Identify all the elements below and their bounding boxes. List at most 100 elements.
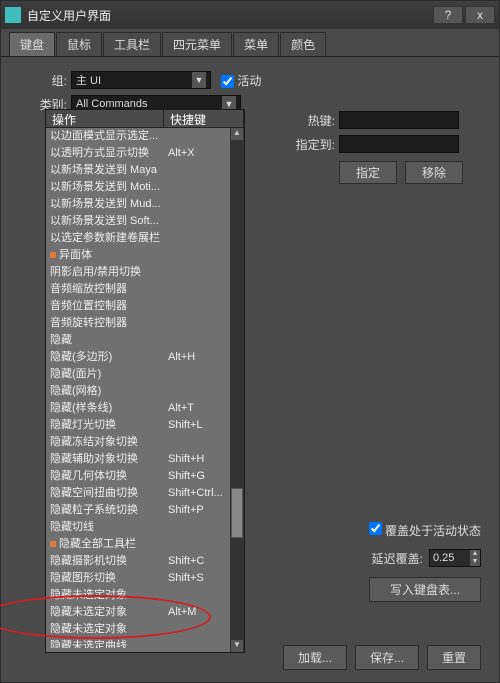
active-checkbox[interactable]: 活动 — [221, 72, 261, 89]
list-row[interactable]: 音频位置控制器 — [46, 298, 244, 315]
list-row[interactable]: 隐藏图形切换Shift+S — [46, 570, 244, 587]
row-action: 隐藏空间扭曲切换 — [50, 485, 168, 502]
right-panel: 热键: 指定到: 指定 移除 — [281, 111, 481, 184]
active-check-input[interactable] — [221, 75, 234, 88]
reset-button[interactable]: 重置 — [427, 645, 481, 670]
list-row[interactable]: 隐藏粒子系统切换Shift+P — [46, 502, 244, 519]
write-keyboard-button[interactable]: 写入键盘表... — [369, 577, 481, 602]
titlebar[interactable]: 自定义用户界面 ? x — [1, 1, 499, 29]
load-button[interactable]: 加载... — [283, 645, 347, 670]
row-action: 隐藏切线 — [50, 519, 168, 536]
overlay-check-input[interactable] — [369, 522, 382, 535]
tab-strip: 键盘 鼠标 工具栏 四元菜单 菜单 颜色 — [1, 29, 499, 57]
list-row[interactable]: 隐藏全部工具栏 — [46, 536, 244, 553]
tab-quads[interactable]: 四元菜单 — [162, 32, 232, 56]
row-action: 隐藏 — [50, 332, 168, 349]
delay-value[interactable] — [430, 550, 470, 566]
list-row[interactable]: 音频缩放控制器 — [46, 281, 244, 298]
dialog-body: 组: 主 UI ▼ 活动 类别: All Commands ▼ — [1, 57, 499, 113]
hotkey-label: 热键: — [281, 112, 335, 129]
row-action: 隐藏全部工具栏 — [50, 536, 168, 553]
row-action: 音频缩放控制器 — [50, 281, 168, 298]
delay-label: 延迟覆盖: — [372, 550, 423, 567]
row-action: 以新场景发送到 Soft... — [50, 213, 168, 230]
col-action[interactable]: 操作 — [46, 110, 164, 127]
row-action: 隐藏未选定曲线 — [50, 638, 168, 648]
list-row[interactable]: 隐藏未选定曲线 — [46, 638, 244, 648]
footer-buttons: 加载... 保存... 重置 — [283, 645, 481, 670]
list-row[interactable]: 以新场景发送到 Moti... — [46, 179, 244, 196]
list-row[interactable]: 隐藏 — [46, 332, 244, 349]
list-row[interactable]: 以选定参数新建卷展栏 — [46, 230, 244, 247]
list-body[interactable]: 以边面模式显示选定...以透明方式显示切换Alt+X以新场景发送到 Maya以新… — [46, 128, 244, 648]
col-shortcut[interactable]: 快捷键 — [164, 110, 244, 127]
list-row[interactable]: 隐藏灯光切换Shift+L — [46, 417, 244, 434]
list-row[interactable]: 隐藏未选定对象 — [46, 621, 244, 638]
scrollbar[interactable]: ▲ ▼ — [230, 128, 244, 652]
list-row[interactable]: 隐藏未选定对象Alt+M — [46, 604, 244, 621]
tab-keyboard[interactable]: 键盘 — [9, 32, 55, 56]
delay-spinner[interactable]: ▲▼ — [429, 549, 481, 567]
customize-ui-dialog: 自定义用户界面 ? x 键盘 鼠标 工具栏 四元菜单 菜单 颜色 组: 主 UI… — [0, 0, 500, 683]
row-action: 以选定参数新建卷展栏 — [50, 230, 168, 247]
group-select[interactable]: 主 UI ▼ — [71, 71, 211, 89]
row-action: 异面体 — [50, 247, 168, 264]
group-value: 主 UI — [76, 72, 101, 88]
list-row[interactable]: 以新场景发送到 Mud... — [46, 196, 244, 213]
remove-button[interactable]: 移除 — [405, 161, 463, 184]
row-action: 以新场景发送到 Maya — [50, 162, 168, 179]
row-action: 隐藏(网格) — [50, 383, 168, 400]
tab-colors[interactable]: 颜色 — [280, 32, 326, 56]
list-row[interactable]: 隐藏摄影机切换Shift+C — [46, 553, 244, 570]
list-row[interactable]: 隐藏(样条线)Alt+T — [46, 400, 244, 417]
list-row[interactable]: 隐藏辅助对象切换Shift+H — [46, 451, 244, 468]
list-row[interactable]: 隐藏(多边形)Alt+H — [46, 349, 244, 366]
row-action: 隐藏未选定对象 — [50, 604, 168, 621]
row-action: 隐藏摄影机切换 — [50, 553, 168, 570]
marker-icon — [50, 252, 56, 258]
help-button[interactable]: ? — [433, 6, 463, 24]
tab-mouse[interactable]: 鼠标 — [56, 32, 102, 56]
row-action: 以新场景发送到 Moti... — [50, 179, 168, 196]
tab-toolbars[interactable]: 工具栏 — [103, 32, 161, 56]
chevron-down-icon: ▼ — [192, 72, 206, 88]
app-logo-icon — [5, 7, 21, 23]
scroll-up-icon[interactable]: ▲ — [231, 128, 243, 140]
overlay-active-checkbox[interactable]: 覆盖处于活动状态 — [369, 522, 481, 539]
list-row[interactable]: 以透明方式显示切换Alt+X — [46, 145, 244, 162]
list-row[interactable]: 音频旋转控制器 — [46, 315, 244, 332]
list-row[interactable]: 以边面模式显示选定... — [46, 128, 244, 145]
list-row[interactable]: 隐藏空间扭曲切换Shift+Ctrl... — [46, 485, 244, 502]
save-button[interactable]: 保存... — [355, 645, 419, 670]
assigned-input[interactable] — [339, 135, 459, 153]
marker-icon — [50, 541, 56, 547]
list-row[interactable]: 隐藏冻结对象切换 — [46, 434, 244, 451]
hotkey-input[interactable] — [339, 111, 459, 129]
assign-button[interactable]: 指定 — [339, 161, 397, 184]
list-row[interactable]: 隐藏切线 — [46, 519, 244, 536]
actions-list: 操作 快捷键 以边面模式显示选定...以透明方式显示切换Alt+X以新场景发送到… — [45, 109, 245, 653]
row-action: 隐藏未选定对象 — [50, 587, 168, 604]
row-action: 以透明方式显示切换 — [50, 145, 168, 162]
list-row[interactable]: 隐藏(面片) — [46, 366, 244, 383]
list-row[interactable]: 隐藏(网格) — [46, 383, 244, 400]
row-action: 音频旋转控制器 — [50, 315, 168, 332]
active-label: 活动 — [237, 74, 261, 88]
row-action: 隐藏冻结对象切换 — [50, 434, 168, 451]
scroll-down-icon[interactable]: ▼ — [231, 640, 243, 652]
lower-right-panel: 覆盖处于活动状态 延迟覆盖: ▲▼ 写入键盘表... — [281, 522, 481, 612]
row-action: 阴影启用/禁用切换 — [50, 264, 168, 281]
list-row[interactable]: 异面体 — [46, 247, 244, 264]
spinner-arrows-icon[interactable]: ▲▼ — [470, 550, 480, 566]
scroll-thumb[interactable] — [231, 488, 243, 538]
list-row[interactable]: 以新场景发送到 Maya — [46, 162, 244, 179]
tab-menus[interactable]: 菜单 — [233, 32, 279, 56]
close-button[interactable]: x — [465, 6, 495, 24]
list-row[interactable]: 隐藏几何体切换Shift+G — [46, 468, 244, 485]
row-action: 音频位置控制器 — [50, 298, 168, 315]
list-row[interactable]: 以新场景发送到 Soft... — [46, 213, 244, 230]
list-row[interactable]: 阴影启用/禁用切换 — [46, 264, 244, 281]
row-action: 隐藏未选定对象 — [50, 621, 168, 638]
row-action: 隐藏粒子系统切换 — [50, 502, 168, 519]
list-row[interactable]: 隐藏未选定对象 — [46, 587, 244, 604]
